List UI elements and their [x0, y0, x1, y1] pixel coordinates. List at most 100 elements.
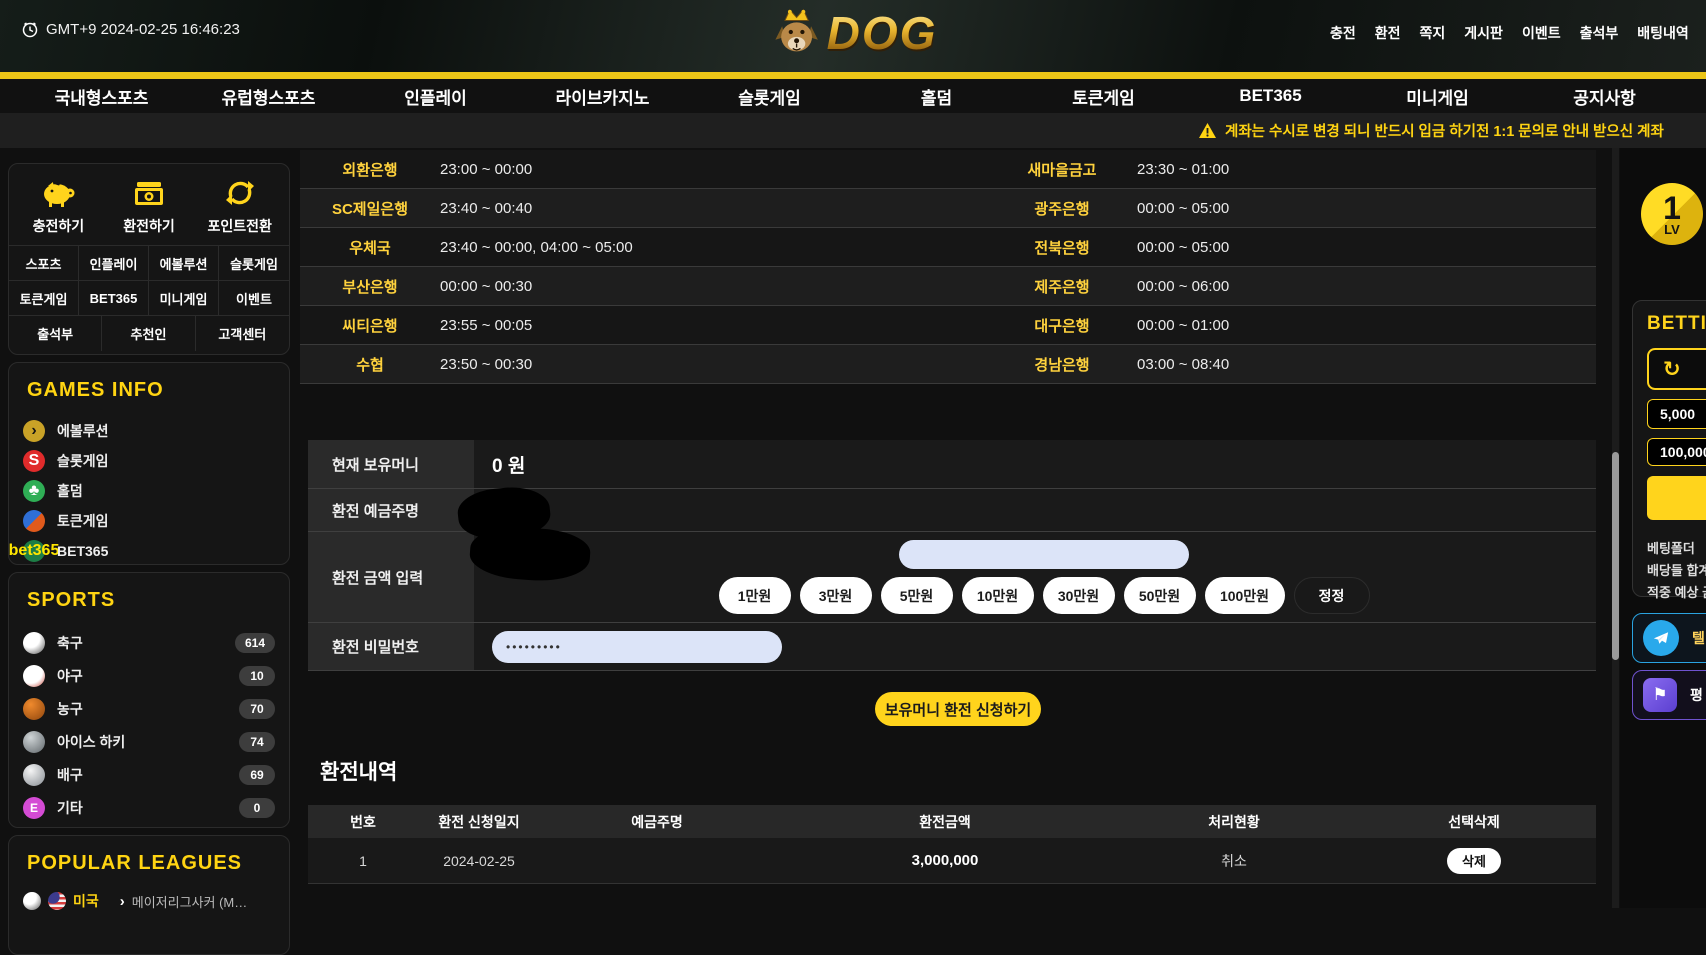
- nav-item[interactable]: 슬롯게임: [686, 84, 853, 109]
- bet-slip-panel: BETTI ↻ 5,000 100,000 베팅폴더배당들 합계적중 예상 금: [1632, 300, 1706, 597]
- site-logo[interactable]: DOG: [769, 4, 938, 62]
- top-menu-item[interactable]: 배팅내역: [1637, 23, 1689, 43]
- dog-head-icon: [769, 4, 825, 62]
- delete-button[interactable]: 삭제: [1447, 848, 1501, 874]
- nav-item[interactable]: 공지사항: [1521, 84, 1688, 109]
- account-holder-value: [474, 489, 1596, 531]
- popular-leagues-title: POPULAR LEAGUES: [9, 836, 289, 885]
- top-utility-menu: 충전 환전 쪽지 게시판 이벤트 출석부 배팅내역: [1330, 23, 1689, 43]
- sports-panel: SPORTS 축구 614 야구 10: [8, 572, 290, 828]
- bookmark-link[interactable]: ⚑ 평: [1632, 670, 1706, 720]
- history-amount: 3,000,000: [774, 852, 1116, 869]
- sport-item[interactable]: 야구 10: [23, 659, 275, 692]
- withdraw-submit-button[interactable]: 보유머니 환전 신청하기: [875, 692, 1041, 726]
- amount-input[interactable]: [899, 540, 1189, 569]
- quick-menu-item[interactable]: 출석부: [9, 316, 102, 351]
- nav-item[interactable]: 유럽형스포츠: [185, 84, 352, 109]
- bet-submit-button[interactable]: [1647, 476, 1706, 520]
- popular-league-item[interactable]: 미국 › 메이저리그사커 (M…: [9, 885, 289, 917]
- amount-preset-button[interactable]: 1만원: [719, 577, 791, 614]
- deposit-label: 충전하기: [33, 216, 85, 236]
- top-menu-item[interactable]: 충전: [1330, 23, 1356, 43]
- history-header: 환전 신청일지: [418, 812, 540, 832]
- game-icon: S: [23, 450, 45, 472]
- nav-item[interactable]: BET365: [1187, 86, 1354, 106]
- nav-item[interactable]: 국내형스포츠: [18, 84, 185, 109]
- quick-menu-item[interactable]: 토큰게임: [9, 281, 79, 316]
- quick-menu-item[interactable]: 인플레이: [79, 246, 149, 281]
- quick-menu-item[interactable]: 고객센터: [196, 316, 289, 351]
- account-holder-label: 환전 예금주명: [308, 489, 474, 531]
- sport-item[interactable]: 농구 70: [23, 692, 275, 725]
- amount-preset-button[interactable]: 100만원: [1205, 577, 1285, 614]
- amount-clear-button[interactable]: 정정: [1294, 577, 1370, 614]
- deposit-button[interactable]: 충전하기: [13, 177, 104, 236]
- password-input[interactable]: •••••••••: [492, 631, 782, 663]
- amount-preset-button[interactable]: 30만원: [1043, 577, 1115, 614]
- bank-time: 23:55 ~ 00:05: [440, 317, 987, 334]
- amount-label: 환전 금액 입력: [308, 532, 474, 622]
- nav-item[interactable]: 홀덤: [853, 84, 1020, 109]
- scrollbar-track[interactable]: [1612, 148, 1619, 908]
- nav-item[interactable]: 미니게임: [1354, 84, 1521, 109]
- bet-amount-preset-1[interactable]: 5,000: [1647, 399, 1706, 429]
- point-transfer-button[interactable]: 포인트전환: [194, 177, 285, 236]
- sport-ball-icon: [23, 764, 45, 786]
- quick-menu-item[interactable]: BET365: [79, 281, 149, 316]
- top-menu-item[interactable]: 쪽지: [1420, 23, 1446, 43]
- games-info-item[interactable]: bet365 BET365: [23, 536, 275, 565]
- game-label: 토큰게임: [57, 511, 109, 531]
- bet-refresh-button[interactable]: ↻: [1647, 348, 1706, 390]
- nav-item[interactable]: 인플레이: [352, 84, 519, 109]
- bank-time: 23:30 ~ 01:00: [1137, 161, 1596, 178]
- amount-preset-button[interactable]: 3만원: [800, 577, 872, 614]
- history-rows: 1 2024-02-25 3,000,000 취소 삭제: [308, 838, 1596, 884]
- history-header: 환전금액: [774, 812, 1116, 832]
- nav-item[interactable]: 토큰게임: [1020, 84, 1187, 109]
- history-header: 선택삭제: [1352, 812, 1596, 832]
- sport-item[interactable]: E 기타 0: [23, 791, 275, 824]
- game-icon: bet365: [23, 540, 45, 562]
- history-header-row: 번호 환전 신청일지 예금주명 환전금액 처리현황 선택삭제: [308, 805, 1596, 838]
- top-menu-item[interactable]: 이벤트: [1522, 23, 1561, 43]
- games-info-list: › 에볼루션 S 슬롯게임 ♣ 홀덤: [9, 412, 289, 565]
- games-info-item[interactable]: ♣ 홀덤: [23, 476, 275, 506]
- telegram-link[interactable]: 텔: [1632, 613, 1706, 663]
- bank-name: 경남은행: [987, 354, 1137, 375]
- history-header: 예금주명: [540, 812, 774, 832]
- popular-leagues-panel: POPULAR LEAGUES 미국 › 메이저리그사커 (M…: [8, 835, 290, 955]
- bank-name: 광주은행: [987, 198, 1137, 219]
- top-menu-item[interactable]: 환전: [1375, 23, 1401, 43]
- amount-buttons: 1만원3만원5만원10만원30만원50만원 100만원 정정: [719, 577, 1370, 614]
- sport-item[interactable]: 축구 614: [23, 626, 275, 659]
- amount-preset-button[interactable]: 10만원: [962, 577, 1034, 614]
- bank-hours-table: 외환은행 23:00 ~ 00:00 새마을금고 23:30 ~ 01:00 S…: [300, 150, 1596, 384]
- sport-item[interactable]: 아이스 하키 74: [23, 725, 275, 758]
- soccer-ball-icon: [23, 892, 41, 910]
- scrollbar-thumb[interactable]: [1612, 452, 1619, 660]
- games-info-item[interactable]: › 에볼루션: [23, 416, 275, 446]
- history-title: 환전내역: [320, 756, 397, 786]
- withdraw-button[interactable]: 환전하기: [104, 177, 195, 236]
- quick-menu-item[interactable]: 스포츠: [9, 246, 79, 281]
- password-label: 환전 비밀번호: [308, 623, 474, 670]
- quick-menu-item[interactable]: 미니게임: [149, 281, 219, 316]
- amount-preset-button[interactable]: 5만원: [881, 577, 953, 614]
- quick-menu-item[interactable]: 이벤트: [219, 281, 289, 316]
- quick-menu-item[interactable]: 추천인: [102, 316, 195, 351]
- games-info-item[interactable]: S 슬롯게임: [23, 446, 275, 476]
- nav-item[interactable]: 라이브카지노: [519, 84, 686, 109]
- top-menu-item[interactable]: 게시판: [1464, 23, 1503, 43]
- bet-amount-preset-2[interactable]: 100,000: [1647, 438, 1706, 466]
- withdraw-label: 환전하기: [123, 216, 175, 236]
- bookmark-label: 평: [1690, 685, 1703, 705]
- bank-name: 외환은행: [300, 159, 440, 180]
- sport-item[interactable]: 배구 69: [23, 758, 275, 791]
- amount-preset-button[interactable]: 50만원: [1124, 577, 1196, 614]
- game-icon: ♣: [23, 480, 45, 502]
- game-label: 슬롯게임: [57, 451, 109, 471]
- quick-menu-item[interactable]: 에볼루션: [149, 246, 219, 281]
- quick-menu-item[interactable]: 슬롯게임: [219, 246, 289, 281]
- games-info-item[interactable]: 토큰게임: [23, 506, 275, 536]
- top-menu-item[interactable]: 출석부: [1580, 23, 1619, 43]
